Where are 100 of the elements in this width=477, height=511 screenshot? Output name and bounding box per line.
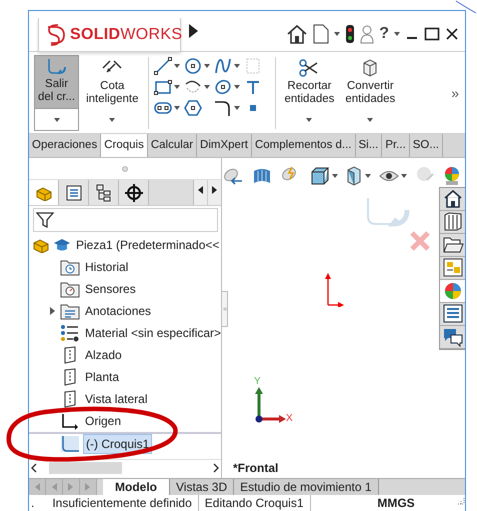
caret-icon bbox=[401, 174, 408, 178]
tree-item[interactable]: Sensores bbox=[83, 280, 138, 298]
caret-icon bbox=[332, 174, 338, 178]
arc-line bbox=[455, 0, 477, 14]
traffic-light-icon[interactable] bbox=[345, 24, 356, 44]
status-text: MMGS bbox=[376, 495, 416, 511]
horizontal-scrollbar[interactable] bbox=[29, 459, 221, 475]
grip-icon bbox=[222, 307, 226, 311]
tree-item[interactable]: (-) Croquis1 bbox=[83, 434, 152, 454]
task-pane-tab[interactable] bbox=[440, 303, 465, 326]
section-icon[interactable] bbox=[252, 167, 272, 185]
panel-tab[interactable] bbox=[59, 180, 89, 205]
block-icon bbox=[32, 237, 50, 253]
crosshair-icon bbox=[124, 184, 142, 202]
sketch-icon bbox=[60, 435, 80, 453]
scroll-left-icon[interactable] bbox=[198, 186, 203, 194]
task-pane-tab[interactable] bbox=[440, 257, 465, 280]
overflow-button[interactable]: » bbox=[451, 82, 461, 104]
shaded-cube-icon[interactable] bbox=[345, 166, 364, 186]
filter-icon bbox=[36, 211, 54, 229]
tree-item[interactable]: Origen bbox=[83, 412, 124, 430]
list-gear-icon bbox=[60, 324, 80, 342]
caret-icon bbox=[234, 106, 240, 110]
triangle-right-icon[interactable] bbox=[189, 24, 198, 38]
palette-icon bbox=[442, 257, 464, 279]
task-pane-tab[interactable] bbox=[440, 326, 465, 349]
hexagon-icon[interactable] bbox=[184, 99, 202, 117]
caret-icon bbox=[204, 85, 210, 89]
circle-icon[interactable] bbox=[184, 57, 202, 75]
axis-label: Y bbox=[254, 377, 261, 387]
fillet-icon[interactable] bbox=[214, 99, 232, 117]
document-icon[interactable] bbox=[313, 24, 330, 44]
logo[interactable]: SOLIDWORKS bbox=[38, 18, 181, 52]
logo-mark-icon bbox=[45, 22, 67, 46]
rectangle-icon[interactable] bbox=[154, 78, 172, 96]
caret-icon bbox=[306, 118, 312, 122]
folder-note-icon bbox=[60, 302, 80, 320]
logo-text: SOLIDWORKS bbox=[70, 24, 182, 44]
close-icon[interactable] bbox=[445, 27, 459, 41]
command-button[interactable]: Cota inteligente bbox=[82, 55, 143, 131]
panel-tab[interactable] bbox=[119, 180, 149, 205]
caret-icon bbox=[174, 106, 180, 110]
view-cube-icon[interactable] bbox=[310, 166, 330, 186]
caret-icon bbox=[334, 32, 340, 36]
user-icon[interactable] bbox=[360, 24, 374, 44]
maximize-icon[interactable] bbox=[424, 26, 440, 42]
line-icon[interactable] bbox=[154, 57, 172, 75]
task-pane-tab[interactable] bbox=[440, 188, 465, 211]
caret-icon bbox=[174, 85, 180, 89]
tree-item[interactable]: Alzado bbox=[83, 346, 124, 364]
grip-icon bbox=[122, 166, 128, 172]
status-text: Editando Croquis1 bbox=[198, 495, 311, 511]
tree-item[interactable]: Anotaciones bbox=[83, 302, 154, 320]
tree-item[interactable]: Vista lateral bbox=[83, 390, 150, 408]
scroll-right-icon bbox=[211, 462, 221, 472]
expand-arrow-icon[interactable] bbox=[50, 307, 54, 315]
caret-icon bbox=[394, 32, 400, 36]
home-icon[interactable] bbox=[286, 24, 308, 44]
tab[interactable]: Croquis bbox=[101, 134, 148, 157]
caret-icon bbox=[365, 174, 372, 178]
block-icon bbox=[34, 184, 52, 200]
tree-item[interactable]: Planta bbox=[83, 368, 122, 386]
origin-arrows-icon bbox=[324, 273, 344, 307]
panel-tab[interactable] bbox=[89, 180, 119, 205]
folder-gauge-icon bbox=[60, 280, 80, 298]
tab[interactable]: Modelo bbox=[103, 479, 170, 495]
caret-icon bbox=[234, 64, 240, 68]
slot-icon[interactable] bbox=[154, 99, 172, 117]
sphere-icon[interactable] bbox=[442, 166, 461, 186]
caret-icon bbox=[204, 64, 210, 68]
axes-icon bbox=[60, 412, 80, 430]
caret-icon bbox=[109, 118, 116, 122]
status-text: . bbox=[30, 495, 36, 511]
axis-label: X bbox=[286, 414, 293, 424]
help-button[interactable]: ? bbox=[379, 22, 389, 46]
graduation-cap-icon bbox=[53, 238, 71, 252]
scroll-right-icon[interactable] bbox=[212, 186, 217, 194]
magnifier-arrow-icon[interactable] bbox=[222, 167, 244, 185]
eye-icon[interactable] bbox=[379, 169, 400, 183]
tree-icon bbox=[96, 184, 112, 202]
ellipse-icon[interactable] bbox=[214, 78, 232, 96]
command-button[interactable]: Recortar entidades bbox=[280, 55, 338, 131]
filter-field[interactable] bbox=[33, 208, 218, 232]
tree-item[interactable]: Material <sin especificar> bbox=[83, 324, 221, 342]
books-icon bbox=[442, 211, 464, 233]
command-button[interactable]: Salir del cr... bbox=[34, 55, 80, 131]
exit-sketch-icon bbox=[46, 58, 67, 76]
caret-icon bbox=[54, 118, 60, 122]
task-pane-tab[interactable] bbox=[440, 211, 465, 234]
tree-item[interactable]: Historial bbox=[83, 258, 130, 276]
resize-grip-icon[interactable] bbox=[455, 495, 465, 505]
splitter-handle[interactable] bbox=[222, 291, 228, 327]
tab[interactable]: Vistas 3D bbox=[170, 479, 234, 495]
status-text: Insuficientemente definido bbox=[46, 495, 199, 511]
caret-icon bbox=[174, 64, 180, 68]
tab[interactable]: Estudio de movimiento 1 bbox=[234, 479, 379, 495]
command-button[interactable]: Convertir entidades bbox=[341, 55, 400, 131]
spline-icon[interactable] bbox=[214, 57, 232, 75]
tree-item[interactable]: Pieza1 (Predeterminado<< bbox=[74, 236, 221, 254]
triad-icon bbox=[254, 387, 286, 423]
